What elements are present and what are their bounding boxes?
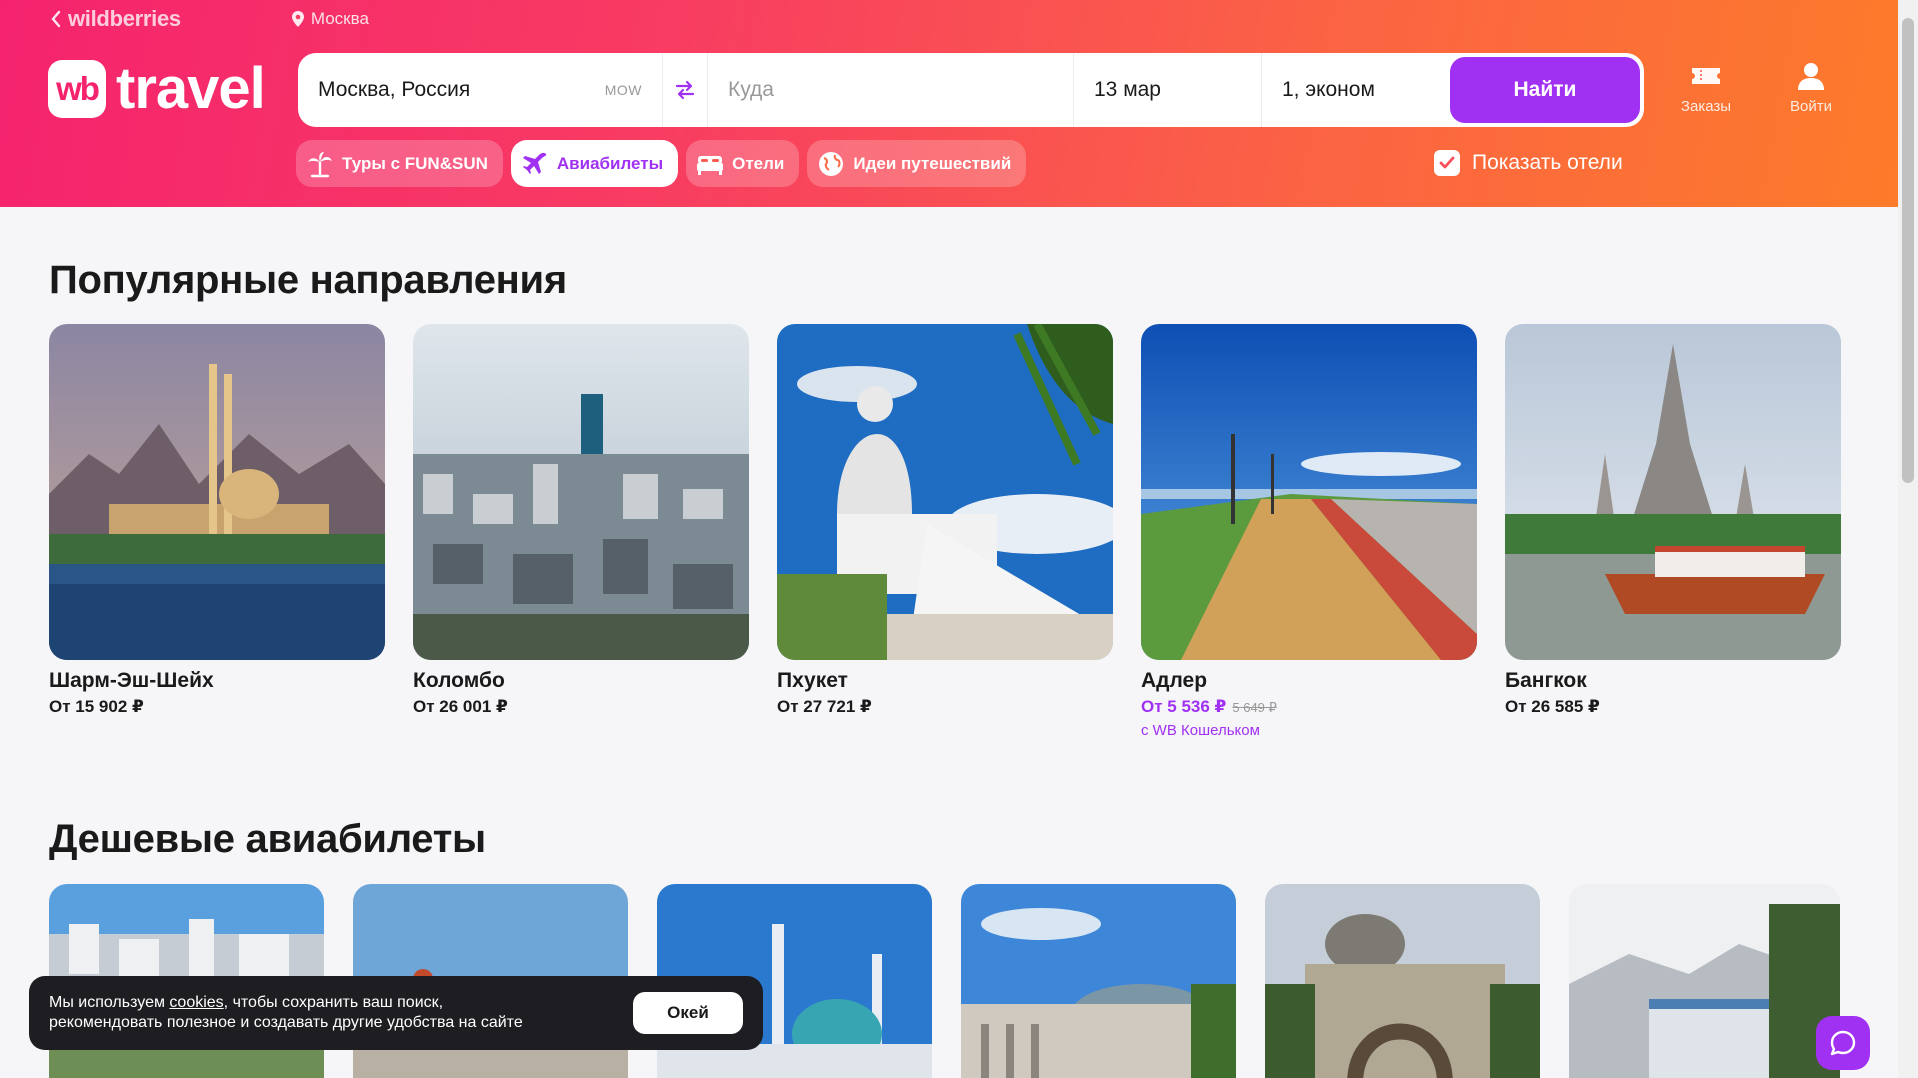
chip-hotels-label: Отели — [732, 153, 785, 173]
passengers-value: 1, эконом — [1282, 78, 1375, 101]
destination-photo — [413, 324, 749, 660]
topbar: wildberries Москва — [50, 6, 369, 32]
destination-name: Пхукет — [777, 669, 848, 692]
cookie-ok-button[interactable]: Окей — [633, 992, 743, 1034]
to-placeholder: Куда — [728, 78, 774, 101]
cookie-banner: Мы используем cookies, чтобы сохранить в… — [29, 976, 763, 1050]
back-to-wildberries-link[interactable]: wildberries — [50, 6, 181, 32]
to-field[interactable]: Куда — [708, 53, 1074, 127]
globe-icon — [817, 150, 845, 178]
chat-button[interactable] — [1816, 1016, 1870, 1070]
cookie-text-end: , чтобы сохранить ваш поиск, — [223, 994, 444, 1011]
date-field[interactable]: 13 мар — [1074, 53, 1262, 127]
logo-badge: wb — [48, 60, 106, 118]
chip-tours-label: Туры с FUN&SUN — [342, 153, 488, 173]
header: wildberries Москва wb travel Москва, Рос… — [0, 0, 1898, 207]
destination-price: От 26 585 ₽ — [1505, 697, 1600, 716]
from-value: Москва, Россия — [318, 78, 471, 101]
chip-flights[interactable]: Авиабилеты — [510, 140, 679, 187]
cookies-link[interactable]: cookies — [169, 994, 223, 1011]
destination-photo — [777, 324, 1113, 660]
chip-ideas-label: Идеи путешествий — [853, 153, 1012, 173]
bed-icon — [696, 150, 724, 178]
destination-card-bangkok[interactable]: Бангкок От 26 585 ₽ — [1505, 324, 1841, 717]
cheap-ticket-card[interactable] — [1569, 884, 1840, 1078]
swap-arrows-icon — [675, 80, 695, 100]
from-airport-code: MOW — [604, 82, 642, 98]
plane-icon — [521, 150, 549, 178]
popular-section-title: Популярные направления — [49, 258, 567, 302]
page-scrollbar[interactable] — [1898, 0, 1918, 1078]
search-bar: Москва, Россия MOW Куда 13 мар 1, эконом… — [298, 53, 1644, 127]
destination-name: Коломбо — [413, 669, 505, 692]
palm-icon — [306, 150, 334, 178]
scrollbar-thumb[interactable] — [1902, 18, 1914, 483]
login-button[interactable]: Войти — [1771, 60, 1851, 115]
from-field[interactable]: Москва, Россия MOW — [298, 53, 663, 127]
destination-price-promo: От 5 536 ₽ 5 649 ₽ — [1141, 697, 1477, 717]
destination-photo — [49, 324, 385, 660]
category-chips: Туры с FUN&SUN Авиабилеты Отели Идеи пут… — [296, 140, 1027, 187]
chip-flights-label: Авиабилеты — [556, 153, 664, 173]
destination-name: Бангкок — [1505, 669, 1587, 692]
destination-name: Адлер — [1141, 669, 1208, 692]
wallet-note: с WB Кошельком — [1141, 722, 1260, 739]
destination-card-colombo[interactable]: Коломбо От 26 001 ₽ — [413, 324, 749, 717]
destination-price: От 26 001 ₽ — [413, 697, 508, 716]
chip-hotels[interactable]: Отели — [686, 140, 800, 187]
date-value: 13 мар — [1094, 78, 1161, 101]
show-hotels-label: Показать отели — [1472, 151, 1623, 174]
chip-tours[interactable]: Туры с FUN&SUN — [296, 140, 503, 187]
location-label: Москва — [310, 9, 369, 28]
old-price: 5 649 ₽ — [1232, 700, 1277, 715]
ticket-icon — [1690, 60, 1722, 92]
chip-ideas[interactable]: Идеи путешествий — [807, 140, 1027, 187]
destination-price: От 27 721 ₽ — [777, 697, 872, 716]
destination-price: От 15 902 ₽ — [49, 697, 144, 716]
cheap-ticket-card[interactable] — [961, 884, 1236, 1078]
cheap-ticket-photo — [961, 884, 1236, 1078]
destination-card-phuket[interactable]: Пхукет От 27 721 ₽ — [777, 324, 1113, 717]
back-link-label: wildberries — [68, 6, 181, 31]
destination-name: Шарм-Эш-Шейх — [49, 669, 214, 692]
chevron-left-icon — [51, 10, 61, 28]
promo-price: От 5 536 ₽ — [1141, 697, 1227, 716]
destination-card-sharm[interactable]: Шарм-Эш-Шейх От 15 902 ₽ — [49, 324, 385, 717]
swap-button[interactable] — [663, 53, 708, 127]
cookie-text: Мы используем cookies, чтобы сохранить в… — [49, 993, 523, 1033]
checkbox-checked-icon[interactable] — [1434, 150, 1460, 176]
cheap-ticket-photo — [1265, 884, 1540, 1078]
destination-photo — [1141, 324, 1477, 660]
chat-bubble-icon — [1830, 1030, 1856, 1056]
location-selector[interactable]: Москва — [291, 9, 369, 29]
cookie-text-line2: рекомендовать полезное и создавать други… — [49, 1014, 523, 1031]
show-hotels-toggle[interactable]: Показать отели — [1434, 150, 1623, 176]
orders-button[interactable]: Заказы — [1666, 60, 1746, 115]
find-button[interactable]: Найти — [1450, 57, 1640, 123]
cheap-ticket-photo — [1569, 884, 1840, 1078]
destination-photo — [1505, 324, 1841, 660]
cookie-text-start: Мы используем — [49, 994, 170, 1011]
destination-card-adler[interactable]: Адлер От 5 536 ₽ 5 649 ₽ с WB Кошельком — [1141, 324, 1477, 739]
cheap-ticket-card[interactable] — [1265, 884, 1540, 1078]
passengers-field[interactable]: 1, эконом — [1262, 53, 1452, 127]
cheap-section-title: Дешевые авиабилеты — [49, 817, 486, 861]
logo-text: travel — [116, 56, 266, 121]
location-pin-icon — [291, 11, 304, 27]
login-label: Войти — [1790, 98, 1832, 115]
user-icon — [1795, 60, 1827, 92]
wb-travel-logo[interactable]: wb travel — [48, 56, 266, 121]
orders-label: Заказы — [1680, 98, 1732, 115]
